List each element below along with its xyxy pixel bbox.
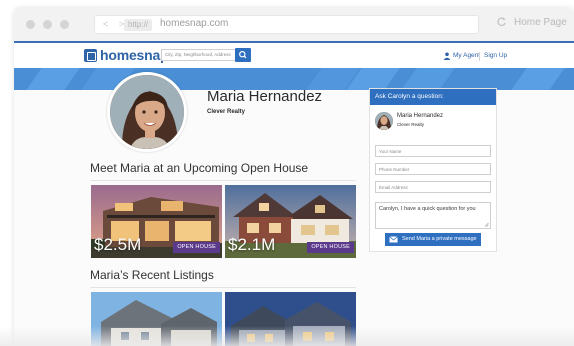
open-house-heading: Meet Maria at an Upcoming Open House [90, 161, 309, 175]
person-icon [443, 52, 451, 60]
form-header: Ask Carolyn a question: [370, 89, 496, 105]
resize-handle-icon[interactable] [484, 222, 489, 227]
my-agent-link[interactable]: My Agent [453, 52, 480, 59]
open-house-card[interactable]: $2.5M OPEN HOUSE [91, 185, 222, 258]
search-icon [239, 50, 247, 59]
form-agent-company: Clever Realty [397, 122, 425, 127]
window-maximize-dot[interactable] [60, 20, 69, 29]
agent-portrait-icon [110, 75, 184, 149]
open-house-card[interactable]: $2.1M OPEN HOUSE [225, 185, 356, 258]
window-close-dot[interactable] [26, 20, 35, 29]
homesnap-logo-icon [84, 48, 97, 62]
contact-agent-form: Ask Carolyn a question: Maria Hernandez … [369, 88, 497, 252]
agent-name: Maria Hernandez [207, 88, 323, 105]
header-divider [479, 52, 480, 61]
location-search-input[interactable]: City, Zip, Neighborhood, Address [161, 49, 236, 61]
envelope-icon [389, 236, 398, 243]
agent-avatar [107, 72, 187, 152]
search-button[interactable] [235, 48, 251, 62]
sign-up-link[interactable]: Sign Up [484, 52, 507, 59]
message-text: Carolyn, I have a quick question for you [379, 206, 476, 212]
agent-portrait-icon [375, 112, 393, 130]
name-field[interactable]: Your Name [375, 145, 491, 157]
listing-price: $2.5M [94, 235, 142, 254]
home-page-link[interactable]: Home Page [514, 17, 567, 28]
open-house-badge: OPEN HOUSE [173, 242, 220, 253]
agent-company: Clever Realty [207, 109, 246, 115]
window-minimize-dot[interactable] [43, 20, 52, 29]
hero-banner [14, 68, 574, 90]
site-header: homesnap City, Zip, Neighborhood, Addres… [14, 41, 574, 68]
url-protocol: http:// [124, 19, 153, 31]
browser-chrome: < > http:// homesnap.com Home Page [14, 8, 574, 41]
send-message-button[interactable]: Send Maria a private message [385, 233, 481, 246]
open-house-badge: OPEN HOUSE [307, 242, 354, 253]
message-textarea[interactable]: Carolyn, I have a quick question for you [375, 202, 491, 229]
listing-price: $2.1M [228, 235, 276, 254]
email-field[interactable]: Email Address [375, 181, 491, 193]
agent-mini-avatar [375, 112, 393, 130]
section-divider [90, 180, 356, 181]
browser-window: < > http:// homesnap.com Home Page homes… [14, 8, 574, 346]
logo-text: homesnap [100, 47, 169, 63]
recent-listings-heading: Maria’s Recent Listings [90, 268, 214, 282]
reload-icon[interactable] [496, 16, 507, 27]
url-domain: homesnap.com [160, 18, 229, 29]
phone-field[interactable]: Phone Number [375, 163, 491, 175]
section-divider [90, 287, 356, 288]
bottom-fade [0, 326, 574, 346]
address-bar[interactable]: < > http:// homesnap.com [94, 15, 479, 34]
form-agent-name: Maria Hernandez [397, 113, 444, 119]
send-button-label: Send Maria a private message [402, 236, 477, 242]
homesnap-logo[interactable]: homesnap [84, 47, 169, 63]
